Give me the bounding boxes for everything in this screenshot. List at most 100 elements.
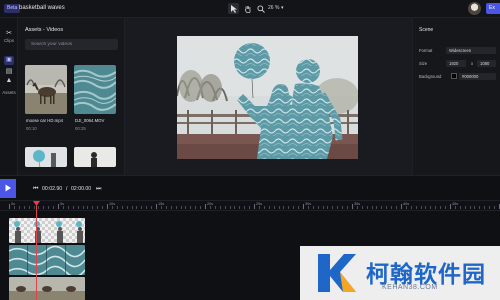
ruler-tick [279,206,280,209]
ruler-tick [372,206,373,209]
rail-item-label: Clips [3,38,14,43]
watermark: 柯翰软件园 KEHAN38.COM [300,246,500,300]
ruler-tick [357,206,358,209]
timeline-ruler[interactable]: 0s 5s 10s 15s 20s 25s 30s 35s 40s 45s [0,201,500,211]
preview-frame-image [177,36,358,159]
ruler-tick [127,206,128,209]
ruler-tick [470,206,471,209]
zoom-button[interactable] [255,3,266,14]
ruler-tick [215,206,216,209]
ruler-tick [455,206,456,209]
ruler-tick [367,206,368,209]
video-preview[interactable] [177,36,358,159]
assets-panel: Assets - Videos moose car HD.mp4 00:10 D… [18,18,125,175]
ruler-tick [220,206,221,209]
size-separator: x [471,61,474,66]
asset-name: moose car HD.mp4 [26,118,64,123]
ruler-tick [210,206,211,209]
background-color-swatch[interactable] [451,73,457,79]
timeline-clip-moose[interactable] [9,277,85,300]
asset-thumbnail-moose[interactable] [25,65,67,114]
hand-tool-button[interactable] [242,3,253,14]
rail-item-clips[interactable]: ✂ Clips [0,30,18,43]
ruler-tick [489,206,490,209]
height-field[interactable]: 1080 [477,60,496,67]
width-field[interactable]: 1920 [446,60,466,67]
ruler-tick [416,206,417,209]
chevron-down-icon[interactable]: ▾ [281,4,284,13]
ruler-tick [87,206,88,209]
zoom-level[interactable]: 26 % [268,4,279,13]
avatar[interactable] [468,2,481,15]
play-button[interactable] [0,179,16,198]
assets-title: Assets - Videos [25,27,64,33]
cursor-icon [231,4,237,13]
rail-item-shapes[interactable]: ▲ [0,77,18,85]
ruler-tick [401,204,402,209]
playhead-line[interactable] [36,201,37,300]
search-input[interactable] [25,39,118,50]
format-label: Format [419,48,433,53]
pointer-tool-button[interactable] [228,3,239,14]
canvas-area[interactable] [125,18,412,175]
ruler-tick [308,206,309,209]
rail-item-assets[interactable]: Assets [0,90,18,95]
ruler-tick [430,206,431,209]
ruler-tick [107,204,108,209]
asset-thumbnail-waves[interactable] [74,65,116,114]
time-separator: / [66,186,68,192]
ruler-tick [34,206,35,209]
ruler-tick [327,206,328,209]
hand-icon [244,5,251,13]
ruler-tick [230,206,231,209]
ruler-tick [440,206,441,209]
ruler-tick [24,206,25,209]
ruler-tick [166,206,167,209]
clip-filmstrip-image [9,245,85,275]
project-title[interactable]: basketball waves [19,4,65,13]
ruler-tick [190,206,191,209]
ruler-tick [151,206,152,209]
ruler-tick [92,206,93,209]
assets-active-icon[interactable]: ▣ [4,56,14,65]
balloon-thumbnail-image [25,147,67,167]
ruler-tick [352,204,353,209]
format-select[interactable]: Widescreen [446,47,496,54]
export-button[interactable]: Ex [486,3,500,14]
ruler-tick [362,206,363,209]
beta-badge: Beta [4,4,21,13]
ruler-tick [68,206,69,209]
ruler-tick [494,206,495,209]
ruler-tick [332,206,333,209]
asset-name: DJI_0064.MOV [75,118,105,123]
asset-thumbnail-balloon[interactable] [25,147,67,167]
ruler-tick [239,206,240,209]
ruler-tick [381,206,382,209]
ruler-tick [303,204,304,209]
ruler-tick [83,206,84,209]
asset-thumbnail-person[interactable] [74,147,116,167]
ruler-tick [122,206,123,209]
shape-icon: ▲ [5,77,13,84]
skip-back-icon[interactable]: ⏮ [33,185,38,193]
ruler-tick [19,206,20,209]
ruler-tick [43,206,44,209]
ruler-tick [425,206,426,209]
ruler-tick [293,206,294,209]
ruler-tick [205,204,206,209]
timeline-clip-balloon[interactable] [9,218,85,243]
ruler-tick [102,206,103,209]
ruler-tick [274,206,275,209]
timeline-clip-waves[interactable] [9,245,85,275]
waves-thumbnail-image [74,65,116,114]
background-color-field[interactable]: #000000 [459,73,496,80]
current-time: 00:02.90 [42,186,63,192]
ruler-tick [14,206,15,209]
ruler-tick [63,206,64,209]
ruler-tick [269,206,270,209]
skip-forward-icon[interactable]: ⏭ [96,185,101,193]
watermark-subtext: KEHAN38.COM [382,284,438,291]
rail-item-text[interactable]: ▤ [0,68,18,76]
scene-panel: Scene Format Widescreen Size 1920 x 1080… [412,18,500,175]
ruler-tick [29,206,30,209]
